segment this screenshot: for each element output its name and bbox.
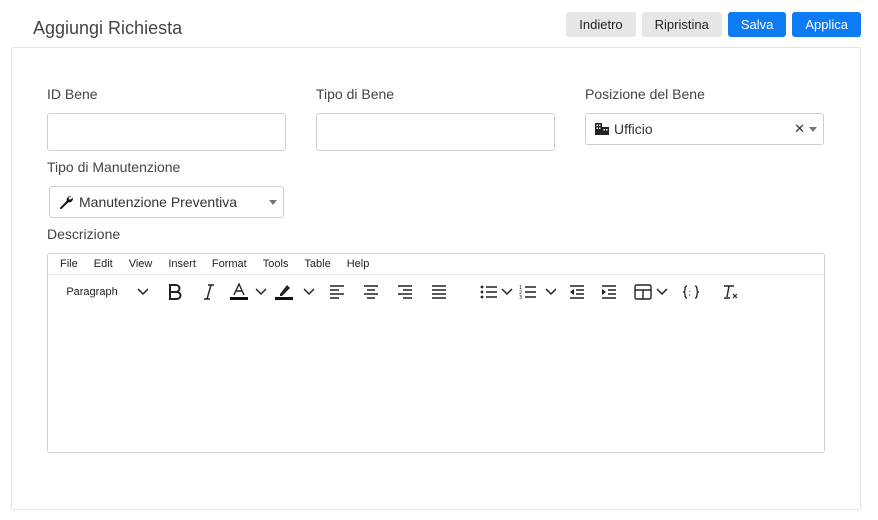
asset-id-label: ID Bene [47, 86, 98, 102]
align-right-icon[interactable] [388, 279, 422, 305]
back-button[interactable]: Indietro [566, 12, 636, 37]
chevron-down-icon[interactable] [652, 279, 672, 305]
asset-location-select[interactable]: Ufficio ✕ [585, 113, 824, 145]
outdent-icon[interactable] [562, 279, 592, 305]
apply-button[interactable]: Applica [792, 12, 861, 37]
maintenance-type-select[interactable]: Manutenzione Preventiva [49, 186, 284, 218]
description-label: Descrizione [47, 226, 121, 242]
page-title: Aggiungi Richiesta [33, 18, 183, 38]
bullet-list-icon[interactable] [456, 279, 498, 305]
menu-table[interactable]: Table [304, 258, 330, 270]
code-sample-icon[interactable]: ; [672, 279, 710, 305]
asset-type-input[interactable] [316, 113, 555, 151]
rich-text-editor[interactable]: File Edit View Insert Format Tools Table… [47, 253, 825, 453]
wrench-icon [59, 194, 75, 210]
menu-format[interactable]: Format [212, 258, 247, 270]
table-icon[interactable] [626, 279, 652, 305]
asset-id-input[interactable] [47, 113, 286, 151]
bold-icon[interactable] [158, 279, 192, 305]
maintenance-type-label: Tipo di Manutenzione [47, 159, 181, 175]
align-center-icon[interactable] [354, 279, 388, 305]
align-justify-icon[interactable] [422, 279, 456, 305]
asset-location-label: Posizione del Bene [585, 86, 705, 102]
menu-tools[interactable]: Tools [263, 258, 289, 270]
asset-type-label: Tipo di Bene [316, 86, 395, 102]
menu-help[interactable]: Help [347, 258, 370, 270]
chevron-down-icon[interactable] [298, 279, 320, 305]
action-bar: Indietro Ripristina Salva Applica [566, 12, 861, 37]
menu-file[interactable]: File [60, 258, 78, 270]
save-button[interactable]: Salva [727, 12, 787, 37]
menu-edit[interactable]: Edit [94, 258, 113, 270]
chevron-down-icon[interactable] [252, 279, 270, 305]
clear-formatting-icon[interactable] [710, 279, 750, 305]
editor-content-area[interactable] [48, 309, 824, 452]
block-format-select[interactable]: Paragraph [56, 279, 128, 305]
chevron-down-icon[interactable] [498, 279, 516, 305]
chevron-down-icon[interactable] [809, 126, 817, 132]
chevron-down-icon[interactable] [128, 279, 158, 305]
menu-view[interactable]: View [129, 258, 153, 270]
editor-menubar: File Edit View Insert Format Tools Table… [48, 254, 824, 275]
numbered-list-icon[interactable]: 123 [516, 279, 540, 305]
office-building-icon [594, 121, 610, 137]
clear-icon[interactable]: ✕ [794, 121, 805, 137]
block-format-value: Paragraph [66, 286, 118, 298]
chevron-down-icon[interactable] [269, 199, 277, 205]
highlight-icon[interactable] [270, 279, 298, 305]
svg-text:;: ; [689, 288, 692, 297]
align-left-icon[interactable] [320, 279, 354, 305]
italic-icon[interactable] [192, 279, 226, 305]
maintenance-type-value: Manutenzione Preventiva [79, 194, 237, 210]
menu-insert[interactable]: Insert [168, 258, 196, 270]
svg-text:3: 3 [519, 295, 522, 300]
indent-icon[interactable] [592, 279, 626, 305]
reset-button[interactable]: Ripristina [641, 12, 722, 37]
chevron-down-icon[interactable] [540, 279, 562, 305]
text-color-icon[interactable] [226, 279, 252, 305]
editor-toolbar: Paragraph 1 2 3 ; [48, 275, 824, 309]
asset-location-value: Ufficio [614, 121, 653, 137]
